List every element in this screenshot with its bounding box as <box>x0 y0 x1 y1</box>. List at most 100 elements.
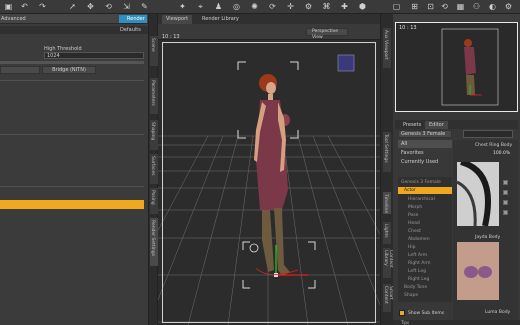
render-frame-border <box>162 42 376 323</box>
tab-viewport[interactable]: Viewport <box>162 15 193 24</box>
tab-posing[interactable]: Posing <box>150 188 158 214</box>
redo-icon[interactable]: ↷ <box>38 2 47 11</box>
panel-header: Advanced Render <box>0 14 148 24</box>
tree-item[interactable]: Left Leg <box>398 268 452 275</box>
aux-viewport[interactable]: 10 : 13 <box>395 22 518 112</box>
tree-item[interactable]: Head <box>398 220 452 227</box>
chest-ring-body-thumbnail[interactable] <box>456 159 499 227</box>
tab-surfaces[interactable]: Surfaces <box>150 154 158 184</box>
tree-item[interactable]: Morph <box>398 204 452 211</box>
tab-timeline[interactable]: Timeline <box>383 192 391 214</box>
tree-item[interactable]: Right Leg <box>398 276 452 283</box>
thumb1-value: 100.0% <box>493 151 511 156</box>
tree-item[interactable]: Genesis 3 Female <box>398 179 452 186</box>
tab-lights[interactable]: Lights <box>383 222 391 244</box>
selected-setting-row[interactable] <box>0 200 144 209</box>
tab-content-library[interactable]: Content Library <box>383 248 393 278</box>
layout-icon[interactable]: ⊞ <box>410 2 419 11</box>
tree-item[interactable]: Hierarchical <box>398 196 452 203</box>
morph-thumbnails: Chest Ring Body 100.0% Jayda Body Luma B… <box>453 140 518 320</box>
render-button[interactable]: Render <box>119 15 147 23</box>
tips-label[interactable]: Tips <box>401 320 409 325</box>
search-input[interactable] <box>463 130 513 138</box>
jayda-body-thumbnail[interactable] <box>457 242 499 300</box>
cloud-icon[interactable]: ⊡ <box>426 2 435 11</box>
tab-editor[interactable]: Editor <box>425 121 448 129</box>
tab-aux-viewport[interactable]: Aux Viewport <box>383 28 391 68</box>
filter-favorites[interactable]: Favorites <box>398 149 452 157</box>
high-threshold-field[interactable]: 1024 <box>44 52 144 59</box>
tree-item[interactable]: Chest <box>398 228 452 235</box>
tab-shaping[interactable]: Shaping <box>150 120 158 150</box>
camera-icon[interactable]: ◎ <box>232 2 241 11</box>
advanced-tab[interactable]: Advanced <box>1 16 26 22</box>
slider-swatch[interactable] <box>503 210 508 215</box>
settings-icon[interactable]: ✛ <box>286 2 295 11</box>
slider-swatch[interactable] <box>503 200 508 205</box>
move-icon[interactable]: ✥ <box>86 2 95 11</box>
render-icon[interactable]: ⟳ <box>268 2 277 11</box>
slider-swatch[interactable] <box>503 180 508 185</box>
perspective-view-dropdown[interactable]: Perspective View <box>306 28 348 40</box>
tab-scene[interactable]: Scene <box>150 36 158 66</box>
filter-currently-used[interactable]: Currently Used <box>398 158 452 166</box>
undo-icon[interactable]: ↶ <box>20 2 29 11</box>
slider-swatch[interactable] <box>503 190 508 195</box>
figure-icon[interactable]: ♟ <box>214 2 223 11</box>
share-icon[interactable]: ⚇ <box>472 2 481 11</box>
divider <box>0 134 144 135</box>
aux-frame-label: 10 : 13 <box>399 25 417 31</box>
sync-icon[interactable]: ⟲ <box>440 2 449 11</box>
show-sub-items-checkbox[interactable] <box>399 310 405 316</box>
shaping-tabs: Presets Editor <box>395 120 518 129</box>
filter-all[interactable]: All <box>398 140 452 148</box>
window-icon[interactable]: ▢ <box>392 2 401 11</box>
select-icon[interactable]: ➚ <box>68 2 77 11</box>
defaults-dropdown[interactable]: Defaults <box>120 27 141 33</box>
help-icon[interactable]: ◐ <box>488 2 497 11</box>
property-tree: Genesis 3 Female Actor Hierarchical Morp… <box>398 177 452 302</box>
tree-item-actor[interactable]: Actor <box>398 187 452 194</box>
joint-icon[interactable]: ⌖ <box>196 2 205 11</box>
show-sub-items-label: Show Sub Items <box>408 311 445 316</box>
tool-icon[interactable]: ✎ <box>140 2 149 11</box>
tree-item[interactable]: Body Tone <box>398 284 452 291</box>
tab-render-library[interactable]: Render Library <box>198 15 243 24</box>
tree-item[interactable]: Left Arm <box>398 252 452 259</box>
cloud-icon[interactable]: ⚙ <box>304 2 313 11</box>
image-icon[interactable]: ▦ <box>456 2 465 11</box>
bridge-button[interactable]: Bridge (NITN) <box>42 66 96 74</box>
tab-parameters[interactable]: Parameters <box>150 78 158 114</box>
viewport-tabs: Viewport Render Library <box>158 14 380 24</box>
camera-icon[interactable]: ⌘ <box>322 2 331 11</box>
divider <box>0 186 144 187</box>
menu-icon[interactable]: ⚙ <box>504 2 513 11</box>
right-vertical-tabs: Aux Viewport Tool Settings Timeline Ligh… <box>380 14 393 325</box>
tab-smart-content[interactable]: Smart Content <box>383 284 393 312</box>
light-icon[interactable]: ✺ <box>250 2 259 11</box>
tree-item[interactable]: Hip <box>398 244 452 251</box>
tree-item[interactable]: Shape <box>398 292 452 299</box>
thumb2-label: Jayda Body <box>475 235 501 240</box>
bone-icon[interactable]: ✦ <box>178 2 187 11</box>
aux-scene <box>441 28 499 106</box>
tree-item[interactable]: Abdomen <box>398 236 452 243</box>
high-threshold-slider[interactable] <box>0 61 144 64</box>
scale-icon[interactable]: ⇲ <box>122 2 131 11</box>
light-icon[interactable]: ✚ <box>340 2 349 11</box>
left-vertical-tabs: Scene Parameters Shaping Surfaces Posing… <box>148 14 158 325</box>
render-icon[interactable]: ⬢ <box>358 2 367 11</box>
thumb3-label: Luma Body <box>485 310 511 315</box>
file-icon[interactable]: ▣ <box>4 2 13 11</box>
figure-dropdown[interactable]: Genesis 3 Female <box>398 130 452 138</box>
3d-viewport[interactable] <box>158 40 380 325</box>
tab-render-settings[interactable]: Render Settings <box>150 218 158 266</box>
thumb1-label: Chest Ring Body <box>475 143 513 148</box>
tree-item[interactable]: Pose <box>398 212 452 219</box>
rotate-icon[interactable]: ⟲ <box>104 2 113 11</box>
main-toolbar: ▣ ↶ ↷ ➚ ✥ ⟲ ⇲ ✎ ✦ ⌖ ♟ ◎ ✺ ⟳ ✛ ⚙ ⌘ ✚ ⬢ ▢ … <box>0 0 520 14</box>
tree-item[interactable]: Right Arm <box>398 260 452 267</box>
tab-presets[interactable]: Presets <box>399 121 425 129</box>
reset-button[interactable] <box>0 66 40 74</box>
tab-tool-settings[interactable]: Tool Settings <box>383 132 391 172</box>
